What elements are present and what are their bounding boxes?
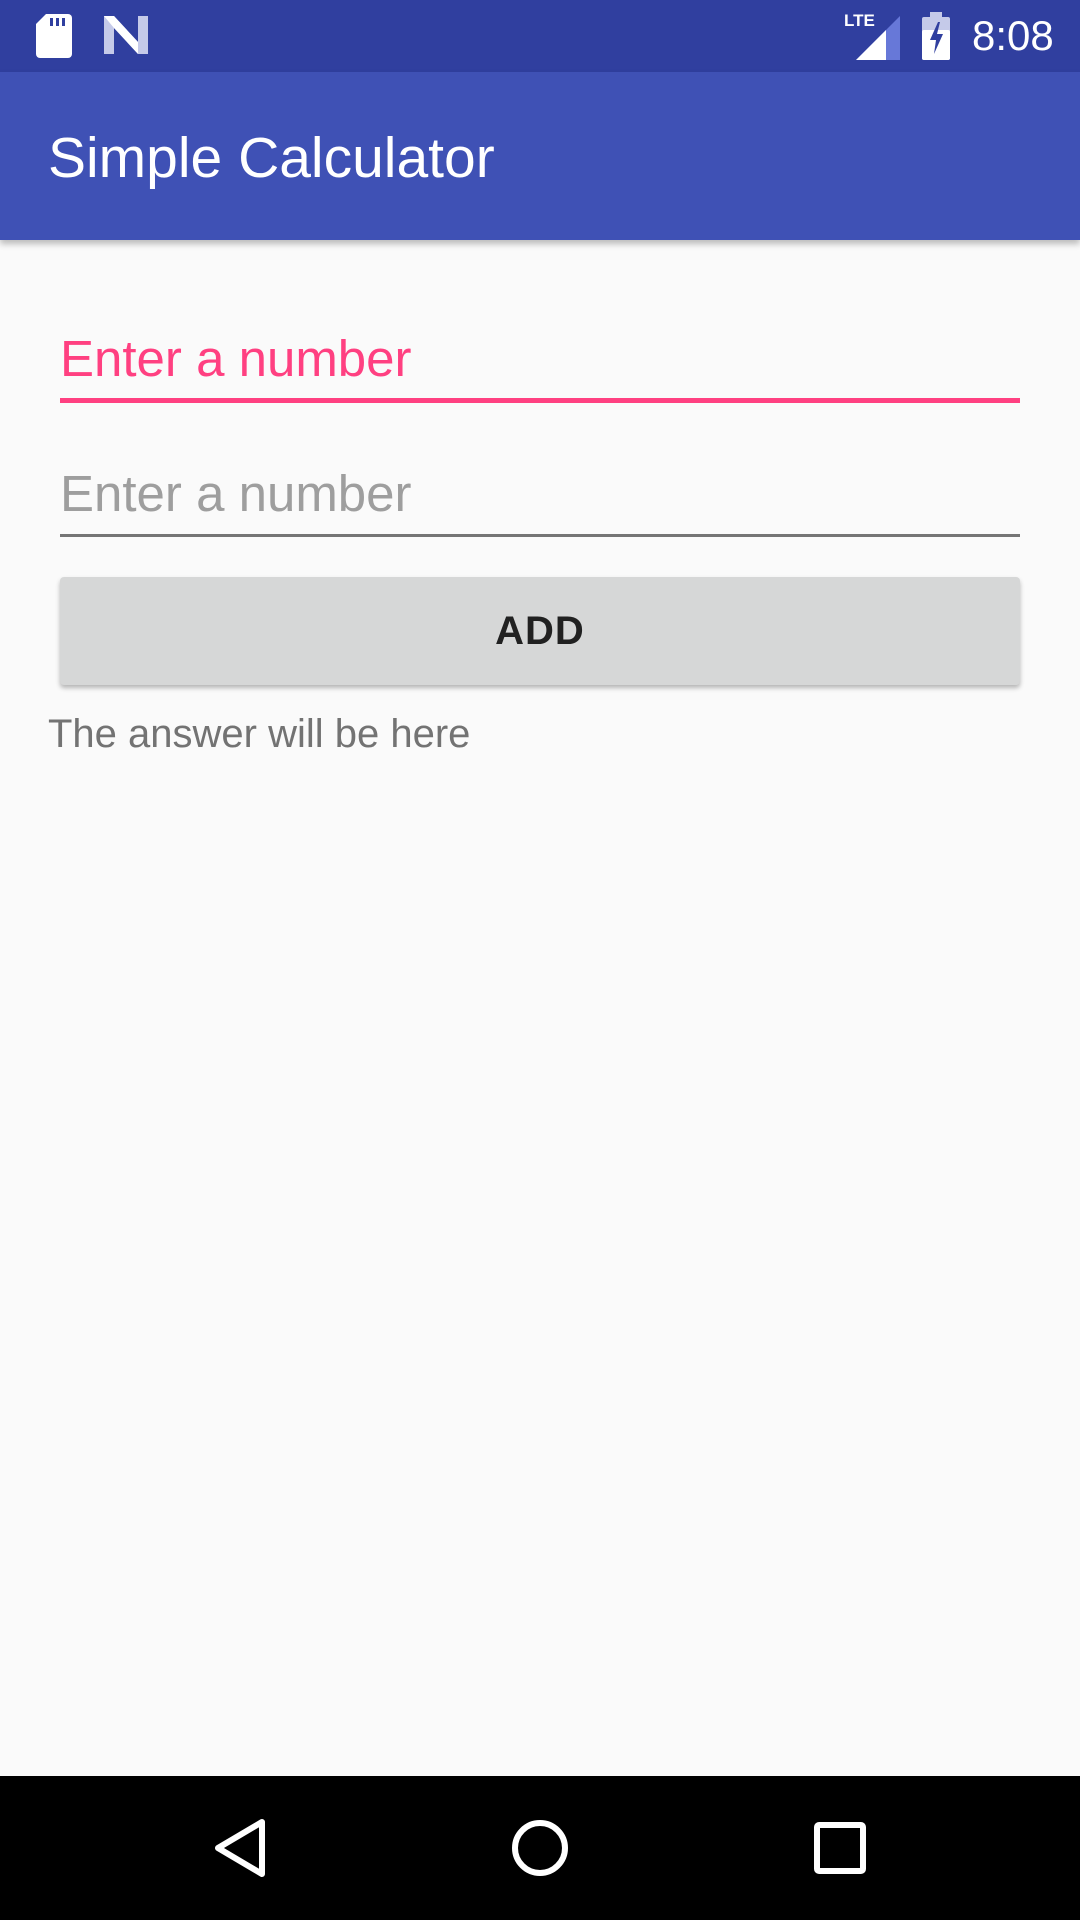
home-icon	[512, 1820, 568, 1876]
sd-card-icon	[36, 14, 72, 58]
status-bar: LTE 8:08	[0, 0, 1080, 72]
app-title: Simple Calculator	[48, 126, 495, 190]
app-bar: Simple Calculator	[0, 72, 1080, 240]
svg-text:LTE: LTE	[844, 11, 875, 30]
navigation-bar	[0, 1776, 1080, 1920]
lte-signal-icon: LTE	[844, 11, 900, 60]
first-number-input[interactable]	[60, 318, 1020, 403]
second-number-input[interactable]	[60, 452, 1020, 537]
answer-text: The answer will be here	[48, 712, 471, 756]
back-button[interactable]	[160, 1776, 320, 1920]
screen: LTE 8:08 Simple Calculator ADD The answe…	[0, 0, 1080, 1920]
battery-charging-icon	[922, 12, 950, 60]
recents-icon	[814, 1822, 866, 1874]
n-notification-icon	[104, 16, 148, 54]
recents-button[interactable]	[760, 1776, 920, 1920]
home-button[interactable]	[460, 1776, 620, 1920]
add-button[interactable]: ADD	[60, 577, 1020, 685]
back-icon	[215, 1819, 265, 1877]
status-time: 8:08	[972, 12, 1054, 59]
